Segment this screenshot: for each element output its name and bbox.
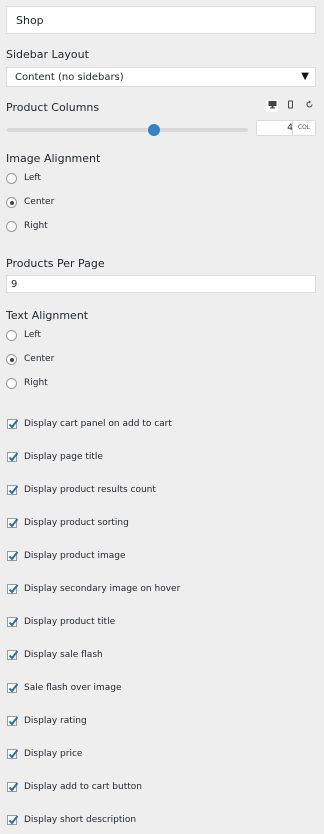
image-alignment-label: Image Alignment bbox=[6, 152, 101, 165]
checkbox-9[interactable] bbox=[7, 716, 19, 726]
checkmark-icon bbox=[8, 815, 19, 825]
checkmark-icon bbox=[8, 716, 19, 726]
checkmark-icon bbox=[8, 518, 19, 528]
checkbox-10[interactable] bbox=[7, 749, 19, 759]
checkbox-4[interactable] bbox=[7, 551, 19, 561]
columns-unit[interactable]: COL bbox=[292, 121, 315, 135]
checkbox-0[interactable] bbox=[7, 419, 19, 429]
section-title: Shop bbox=[6, 6, 316, 34]
text-align-center-radio[interactable] bbox=[6, 354, 17, 365]
sidebar-layout-label: Sidebar Layout bbox=[6, 48, 89, 61]
checkbox-label-4: Display product image bbox=[24, 551, 126, 561]
text-align-left-label: Left bbox=[24, 330, 41, 340]
checkmark-icon bbox=[8, 419, 19, 429]
columns-number-input[interactable]: 4 COL bbox=[256, 120, 316, 136]
columns-slider-track[interactable] bbox=[7, 128, 248, 132]
checkbox-label-3: Display product sorting bbox=[24, 518, 129, 528]
text-align-center-label: Center bbox=[24, 354, 55, 364]
sidebar-layout-value: Content (no sidebars) bbox=[15, 72, 124, 83]
checkmark-icon bbox=[8, 650, 19, 660]
checkbox-3[interactable] bbox=[7, 518, 19, 528]
sidebar-layout-select[interactable]: Content (no sidebars) ▼ bbox=[6, 67, 316, 87]
checkbox-2[interactable] bbox=[7, 485, 19, 495]
checkbox-6[interactable] bbox=[7, 617, 19, 627]
checkmark-icon bbox=[8, 584, 19, 594]
checkmark-icon bbox=[8, 551, 19, 561]
image-align-center-label: Center bbox=[24, 197, 55, 207]
checkbox-1[interactable] bbox=[7, 452, 19, 462]
checkbox-label-7: Display sale flash bbox=[24, 650, 103, 660]
tablet-icon[interactable] bbox=[284, 100, 296, 112]
checkbox-label-6: Display product title bbox=[24, 617, 116, 627]
checkbox-label-10: Display price bbox=[24, 749, 83, 759]
image-align-center-radio[interactable] bbox=[6, 197, 17, 208]
checkbox-7[interactable] bbox=[7, 650, 19, 660]
checkbox-label-11: Display add to cart button bbox=[24, 782, 142, 792]
checkmark-icon bbox=[8, 452, 19, 462]
dropdown-arrow-icon: ▼ bbox=[301, 71, 309, 82]
checkmark-icon bbox=[8, 617, 19, 627]
columns-value: 4 bbox=[287, 123, 293, 133]
checkmark-icon bbox=[8, 749, 19, 759]
product-columns-label: Product Columns bbox=[6, 101, 100, 114]
text-align-left-radio[interactable] bbox=[6, 330, 17, 341]
checkbox-11[interactable] bbox=[7, 782, 19, 792]
columns-slider-thumb[interactable] bbox=[148, 124, 160, 136]
text-align-right-radio[interactable] bbox=[6, 378, 17, 389]
image-align-left-radio[interactable] bbox=[6, 173, 17, 184]
image-align-right-radio[interactable] bbox=[6, 221, 17, 232]
checkbox-label-1: Display page title bbox=[24, 452, 103, 462]
checkbox-label-2: Display product results count bbox=[24, 485, 156, 495]
products-per-page-input[interactable]: 9 bbox=[6, 275, 316, 293]
text-alignment-label: Text Alignment bbox=[6, 309, 89, 322]
checkmark-icon bbox=[8, 683, 19, 693]
checkbox-8[interactable] bbox=[7, 683, 19, 693]
image-align-right-label: Right bbox=[24, 221, 48, 231]
reset-icon[interactable] bbox=[303, 100, 315, 112]
checkbox-12[interactable] bbox=[7, 815, 19, 825]
checkmark-icon bbox=[8, 485, 19, 495]
checkbox-label-9: Display rating bbox=[24, 716, 87, 726]
checkbox-5[interactable] bbox=[7, 584, 19, 594]
text-align-right-label: Right bbox=[24, 378, 48, 388]
checkmark-icon bbox=[8, 782, 19, 792]
checkbox-label-5: Display secondary image on hover bbox=[24, 584, 181, 594]
checkbox-label-0: Display cart panel on add to cart bbox=[24, 419, 172, 429]
desktop-icon[interactable] bbox=[266, 100, 278, 112]
checkbox-label-8: Sale flash over image bbox=[24, 683, 122, 693]
products-per-page-label: Products Per Page bbox=[6, 257, 105, 270]
checkbox-label-12: Display short description bbox=[24, 815, 137, 825]
image-align-left-label: Left bbox=[24, 173, 41, 183]
